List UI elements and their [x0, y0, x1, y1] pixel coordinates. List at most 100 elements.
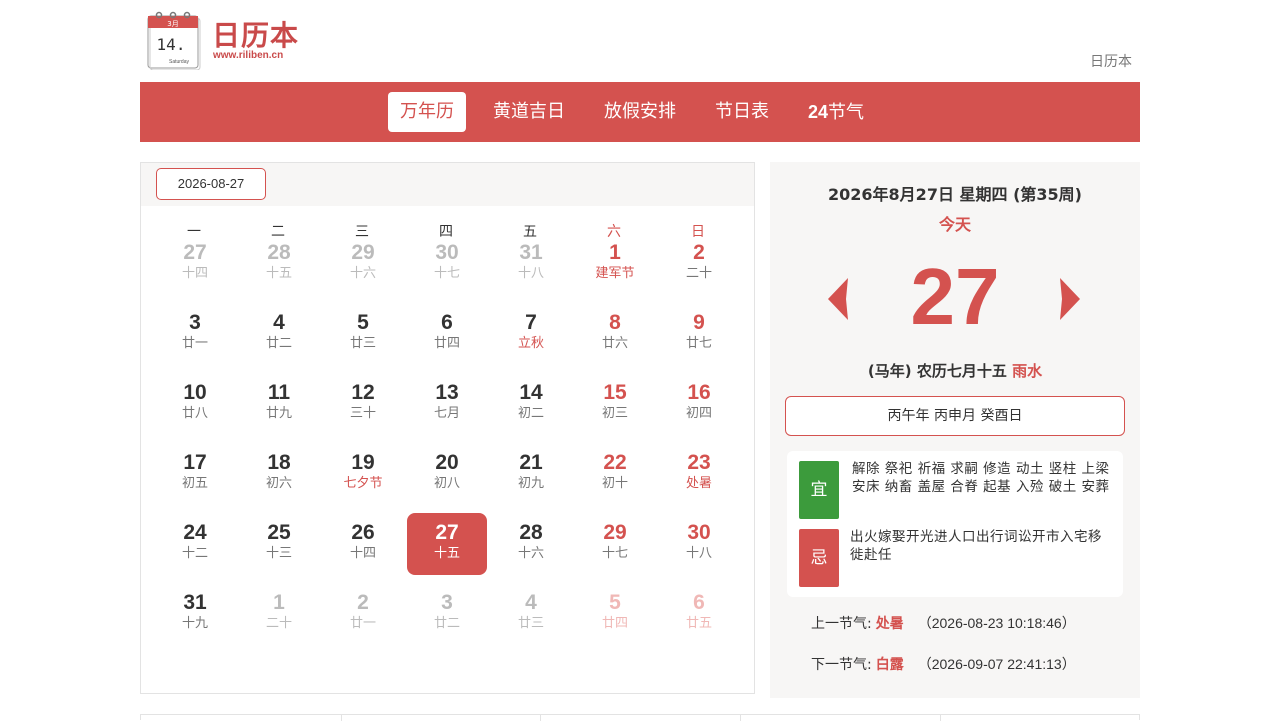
day-cell[interactable]: 24 十二 [155, 513, 235, 575]
day-cell[interactable]: 20 初八 [407, 443, 487, 505]
next-solar-term: 下一节气: 白露 （2026-09-07 22:41:13） [811, 654, 1076, 674]
day-cell[interactable]: 5 廿三 [323, 303, 403, 365]
logo-url[interactable]: www.riliben.cn [213, 50, 283, 61]
day-number: 19 [351, 451, 375, 474]
day-cell[interactable]: 23 处暑 [659, 443, 739, 505]
nav-item-holidays[interactable]: 放假安排 [592, 92, 688, 132]
day-cell[interactable]: 21 初九 [491, 443, 571, 505]
day-cell[interactable]: 1 建军节 [575, 233, 655, 295]
day-cell[interactable]: 19 七夕节 [323, 443, 403, 505]
calendar-toolbar: 2026-08-27 [141, 163, 754, 206]
day-number: 1 [609, 241, 621, 264]
day-cell[interactable]: 1 二十 [239, 583, 319, 645]
day-cell[interactable]: 28 十六 [491, 513, 571, 575]
day-cell[interactable]: 3 廿二 [407, 583, 487, 645]
day-cell[interactable]: 2 二十 [659, 233, 739, 295]
day-cell[interactable]: 9 廿七 [659, 303, 739, 365]
lunar-day-label: 三十 [349, 406, 376, 421]
day-cell[interactable]: 14 初二 [491, 373, 571, 435]
day-number: 30 [435, 241, 459, 264]
nav-item-calendar[interactable]: 万年历 [388, 92, 466, 132]
lunar-day-label: 十二 [181, 546, 208, 561]
day-number: 27 [435, 521, 459, 544]
lunar-day-label: 廿二 [433, 616, 460, 631]
site-header: 3月 14. Saturday 日历本 www.riliben.cn 日历本 [140, 0, 1140, 82]
lunar-day-label: 廿三 [517, 616, 544, 631]
day-cell[interactable]: 7 立秋 [491, 303, 571, 365]
day-cell[interactable]: 8 廿六 [575, 303, 655, 365]
nav-item-festivals[interactable]: 节日表 [703, 92, 781, 132]
lunar-day-label: 初五 [181, 476, 208, 491]
day-cell[interactable]: 12 三十 [323, 373, 403, 435]
day-cell-selected[interactable]: 27 十五 [407, 513, 487, 575]
day-cell[interactable]: 4 廿二 [239, 303, 319, 365]
day-cell[interactable]: 16 初四 [659, 373, 739, 435]
date-picker-input[interactable]: 2026-08-27 [156, 168, 266, 200]
bottom-section-edge [140, 714, 1140, 721]
logo-title[interactable]: 日历本 [212, 14, 299, 54]
lunar-day-label: 立秋 [517, 336, 544, 351]
lunar-day-label: 廿七 [685, 336, 712, 351]
day-number: 16 [687, 381, 711, 404]
day-cell[interactable]: 2 廿一 [323, 583, 403, 645]
calendar-logo-icon[interactable]: 3月 14. Saturday [145, 10, 203, 70]
day-number: 27 [183, 241, 207, 264]
nav-item-solar-terms[interactable]: 24节气 [796, 92, 876, 132]
lunar-day-label: 廿三 [349, 336, 376, 351]
day-cell[interactable]: 28 十五 [239, 233, 319, 295]
day-cell[interactable]: 30 十七 [407, 233, 487, 295]
lunar-date-line: (马年) 农历七月十五 雨水 [770, 360, 1140, 381]
day-cell[interactable]: 10 廿八 [155, 373, 235, 435]
day-number: 21 [519, 451, 543, 474]
day-number: 2 [357, 591, 369, 614]
lunar-day-label: 廿九 [265, 406, 292, 421]
prev-term-time: （2026-08-23 10:18:46） [917, 615, 1076, 631]
lunar-day-label: 十四 [349, 546, 376, 561]
lunar-date-text: (马年) 农历七月十五 [867, 362, 1007, 380]
day-cell[interactable]: 13 七月 [407, 373, 487, 435]
day-cell[interactable]: 22 初十 [575, 443, 655, 505]
next-term-time: （2026-09-07 22:41:13） [917, 656, 1076, 672]
lunar-day-label: 初三 [601, 406, 628, 421]
day-cell[interactable]: 29 十六 [323, 233, 403, 295]
day-cell[interactable]: 31 十九 [155, 583, 235, 645]
day-cell[interactable]: 6 廿四 [407, 303, 487, 365]
day-cell[interactable]: 3 廿一 [155, 303, 235, 365]
lunar-day-label: 十九 [181, 616, 208, 631]
bottom-divider [740, 715, 741, 721]
day-cell[interactable]: 4 廿三 [491, 583, 571, 645]
day-cell[interactable]: 17 初五 [155, 443, 235, 505]
day-number: 31 [183, 591, 207, 614]
next-day-arrow-icon[interactable] [1056, 274, 1086, 324]
day-cell[interactable]: 29 十七 [575, 513, 655, 575]
solar-term-text[interactable]: 雨水 [1012, 362, 1042, 380]
bottom-divider [341, 715, 342, 721]
nav-item-solar-terms-number: 24 [808, 102, 829, 122]
calendar-panel: 2026-08-27 一二三四五六日 27 十四 28 十五 29 十六 30 十七 31 十八 1… [140, 162, 755, 694]
next-term-name[interactable]: 白露 [876, 657, 904, 673]
day-number: 28 [519, 521, 543, 544]
day-cell[interactable]: 30 十八 [659, 513, 739, 575]
day-cell[interactable]: 18 初六 [239, 443, 319, 505]
nav-item-auspicious-days[interactable]: 黄道吉日 [481, 92, 577, 132]
day-cell[interactable]: 25 十三 [239, 513, 319, 575]
lunar-day-label: 廿五 [685, 616, 712, 631]
prev-term-name[interactable]: 处暑 [876, 616, 904, 632]
day-cell[interactable]: 5 廿四 [575, 583, 655, 645]
lunar-day-label: 初六 [265, 476, 292, 491]
yi-ji-box: 宜 解除 祭祀 祈福 求嗣 修造 动土 竖柱 上梁 安床 纳畜 盖屋 合脊 起基… [787, 451, 1123, 597]
header-home-link[interactable]: 日历本 [1090, 51, 1132, 71]
day-cell[interactable]: 15 初三 [575, 373, 655, 435]
day-cell[interactable]: 26 十四 [323, 513, 403, 575]
day-cell[interactable]: 31 十八 [491, 233, 571, 295]
day-cell[interactable]: 6 廿五 [659, 583, 739, 645]
lunar-day-label: 十三 [265, 546, 292, 561]
today-label[interactable]: 今天 [770, 211, 1140, 235]
day-cell[interactable]: 11 廿九 [239, 373, 319, 435]
lunar-day-label: 处暑 [685, 476, 712, 491]
previous-solar-term: 上一节气: 处暑 （2026-08-23 10:18:46） [811, 613, 1076, 633]
main-nav: 万年历 黄道吉日 放假安排 节日表 24节气 [140, 82, 1140, 142]
day-cell[interactable]: 27 十四 [155, 233, 235, 295]
lunar-day-label: 廿一 [349, 616, 376, 631]
day-detail-panel: 2026年8月27日 星期四 (第35周) 今天 27 (马年) 农历七月十五 … [770, 162, 1140, 698]
